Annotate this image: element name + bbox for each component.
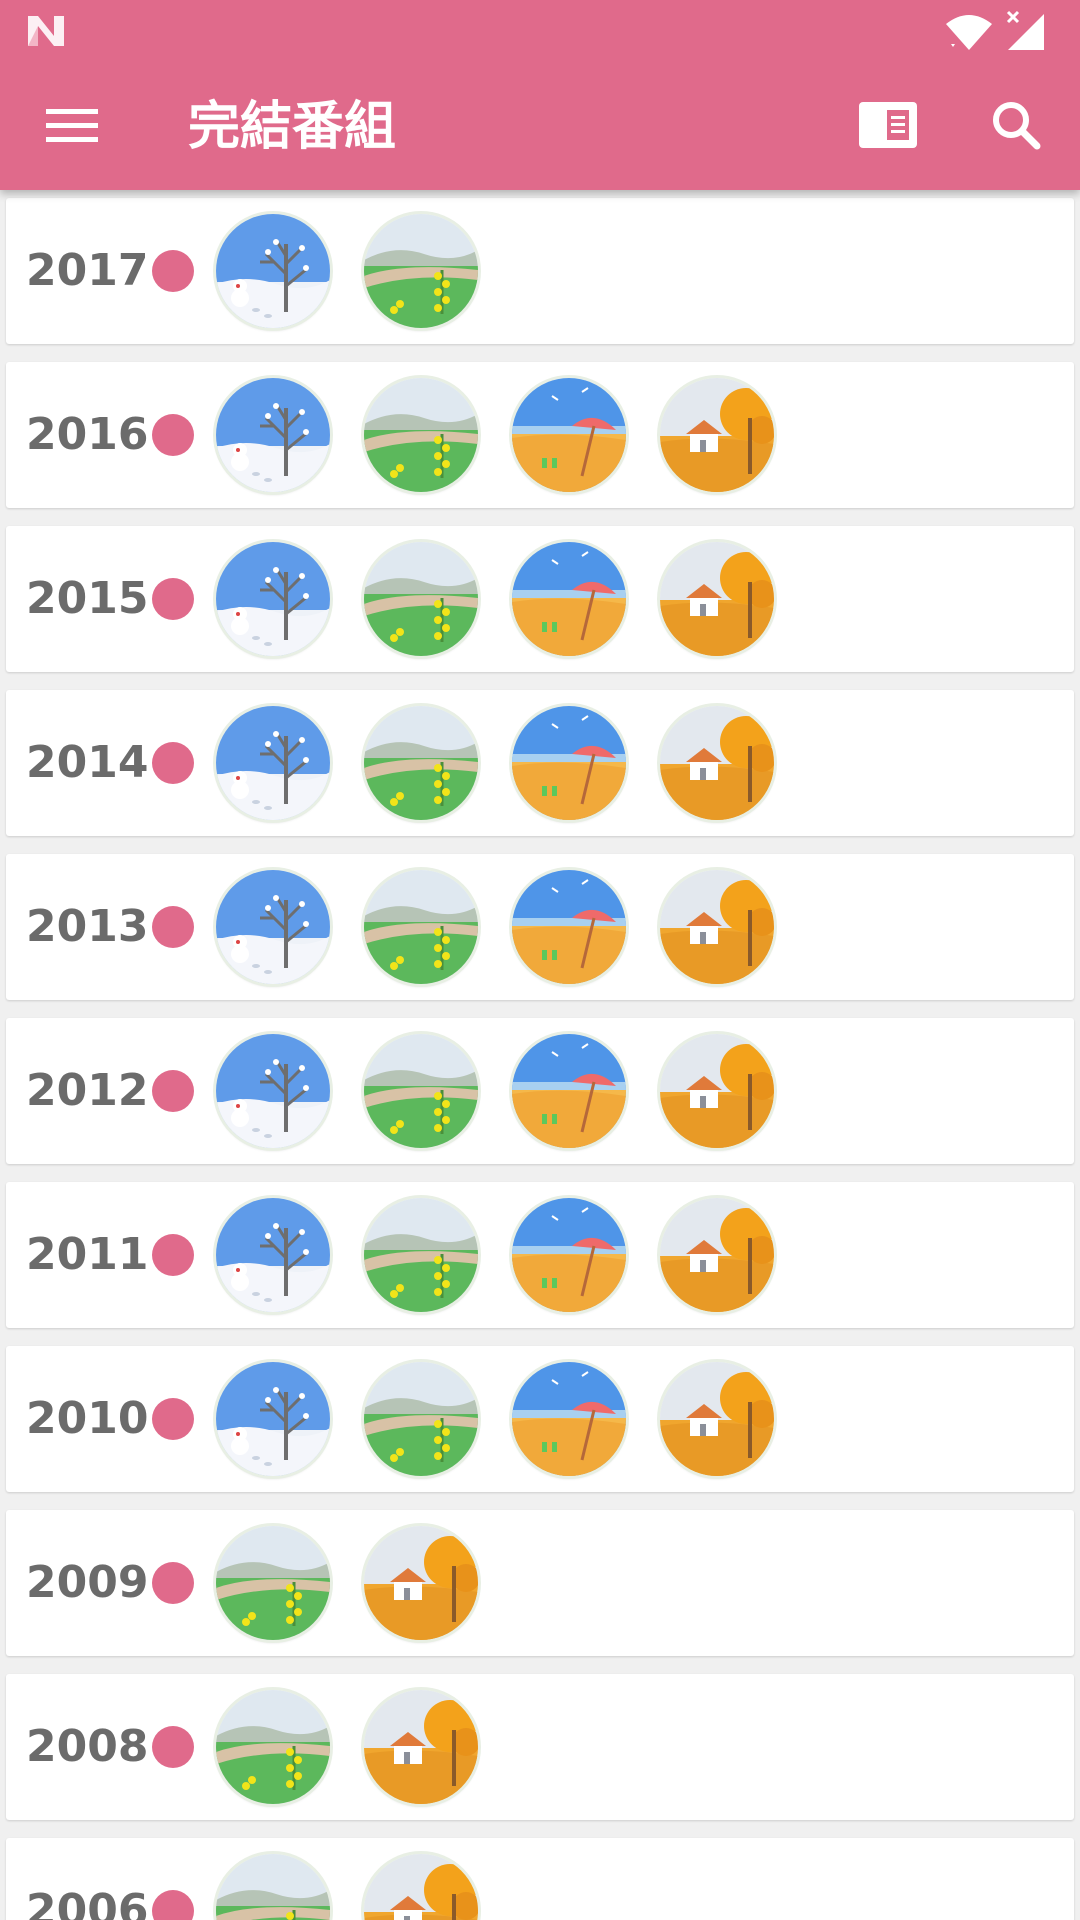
autumn-season-icon[interactable] bbox=[364, 1526, 478, 1640]
spring-season-icon[interactable] bbox=[216, 1854, 330, 1920]
summer-season-icon[interactable] bbox=[512, 1198, 626, 1312]
year-marker-dot bbox=[152, 1562, 194, 1604]
summer-season-icon[interactable] bbox=[512, 1034, 626, 1148]
winter-season-icon[interactable] bbox=[216, 1198, 330, 1312]
spring-season-icon[interactable] bbox=[216, 1690, 330, 1804]
year-label: 2014 bbox=[26, 737, 149, 788]
year-marker-dot bbox=[152, 1726, 194, 1768]
search-button[interactable] bbox=[980, 92, 1052, 162]
spring-season-icon[interactable] bbox=[364, 1198, 478, 1312]
year-label: 2016 bbox=[26, 409, 149, 460]
year-label: 2006 bbox=[26, 1885, 149, 1920]
autumn-season-icon[interactable] bbox=[660, 1362, 774, 1476]
year-row[interactable]: 2017 bbox=[6, 198, 1074, 344]
year-label: 2008 bbox=[26, 1721, 149, 1772]
year-row[interactable]: 2011 bbox=[6, 1182, 1074, 1328]
year-row[interactable]: 2014 bbox=[6, 690, 1074, 836]
year-label: 2011 bbox=[26, 1229, 149, 1280]
autumn-season-icon[interactable] bbox=[660, 542, 774, 656]
winter-season-icon[interactable] bbox=[216, 1034, 330, 1148]
year-row[interactable]: 2013 bbox=[6, 854, 1074, 1000]
summer-season-icon[interactable] bbox=[512, 706, 626, 820]
signal-icon bbox=[1006, 10, 1046, 52]
year-marker-dot bbox=[152, 1234, 194, 1276]
year-marker-dot bbox=[152, 906, 194, 948]
year-marker-dot bbox=[152, 1890, 194, 1920]
n-logo-icon bbox=[26, 14, 66, 48]
year-row[interactable]: 2010 bbox=[6, 1346, 1074, 1492]
year-label: 2013 bbox=[26, 901, 149, 952]
summer-season-icon[interactable] bbox=[512, 870, 626, 984]
spring-season-icon[interactable] bbox=[364, 706, 478, 820]
spring-season-icon[interactable] bbox=[216, 1526, 330, 1640]
year-marker-dot bbox=[152, 1070, 194, 1112]
year-marker-dot bbox=[152, 578, 194, 620]
year-label: 2012 bbox=[26, 1065, 149, 1116]
autumn-season-icon[interactable] bbox=[364, 1854, 478, 1920]
autumn-season-icon[interactable] bbox=[660, 706, 774, 820]
year-marker-dot bbox=[152, 742, 194, 784]
year-marker-dot bbox=[152, 1398, 194, 1440]
book-icon bbox=[859, 102, 917, 152]
year-label: 2009 bbox=[26, 1557, 149, 1608]
year-marker-dot bbox=[152, 414, 194, 456]
summer-season-icon[interactable] bbox=[512, 542, 626, 656]
year-row[interactable]: 2008 bbox=[6, 1674, 1074, 1820]
menu-icon bbox=[46, 105, 98, 149]
year-row[interactable]: 2009 bbox=[6, 1510, 1074, 1656]
winter-season-icon[interactable] bbox=[216, 378, 330, 492]
toolbar: 完結番組 bbox=[0, 64, 1080, 190]
summer-season-icon[interactable] bbox=[512, 378, 626, 492]
spring-season-icon[interactable] bbox=[364, 378, 478, 492]
year-row[interactable]: 2015 bbox=[6, 526, 1074, 672]
autumn-season-icon[interactable] bbox=[660, 870, 774, 984]
page-title: 完結番組 bbox=[188, 97, 397, 157]
status-bar bbox=[0, 0, 1080, 64]
menu-button[interactable] bbox=[36, 94, 108, 160]
autumn-season-icon[interactable] bbox=[660, 1198, 774, 1312]
year-label: 2010 bbox=[26, 1393, 149, 1444]
spring-season-icon[interactable] bbox=[364, 1362, 478, 1476]
book-button[interactable] bbox=[852, 94, 924, 160]
winter-season-icon[interactable] bbox=[216, 542, 330, 656]
year-marker-dot bbox=[152, 250, 194, 292]
year-row[interactable]: 2016 bbox=[6, 362, 1074, 508]
spring-season-icon[interactable] bbox=[364, 214, 478, 328]
winter-season-icon[interactable] bbox=[216, 214, 330, 328]
year-list: 2017 2016 2015 2014 2013 2012 2011 2010 … bbox=[0, 190, 1080, 1920]
spring-season-icon[interactable] bbox=[364, 542, 478, 656]
year-row[interactable]: 2006 bbox=[6, 1838, 1074, 1920]
winter-season-icon[interactable] bbox=[216, 706, 330, 820]
winter-season-icon[interactable] bbox=[216, 870, 330, 984]
year-row[interactable]: 2012 bbox=[6, 1018, 1074, 1164]
year-label: 2015 bbox=[26, 573, 149, 624]
spring-season-icon[interactable] bbox=[364, 870, 478, 984]
search-icon bbox=[991, 100, 1041, 154]
autumn-season-icon[interactable] bbox=[660, 1034, 774, 1148]
winter-season-icon[interactable] bbox=[216, 1362, 330, 1476]
spring-season-icon[interactable] bbox=[364, 1034, 478, 1148]
autumn-season-icon[interactable] bbox=[660, 378, 774, 492]
wifi-icon bbox=[944, 12, 994, 52]
summer-season-icon[interactable] bbox=[512, 1362, 626, 1476]
autumn-season-icon[interactable] bbox=[364, 1690, 478, 1804]
year-label: 2017 bbox=[26, 245, 149, 296]
app-bar: 完結番組 bbox=[0, 0, 1080, 190]
